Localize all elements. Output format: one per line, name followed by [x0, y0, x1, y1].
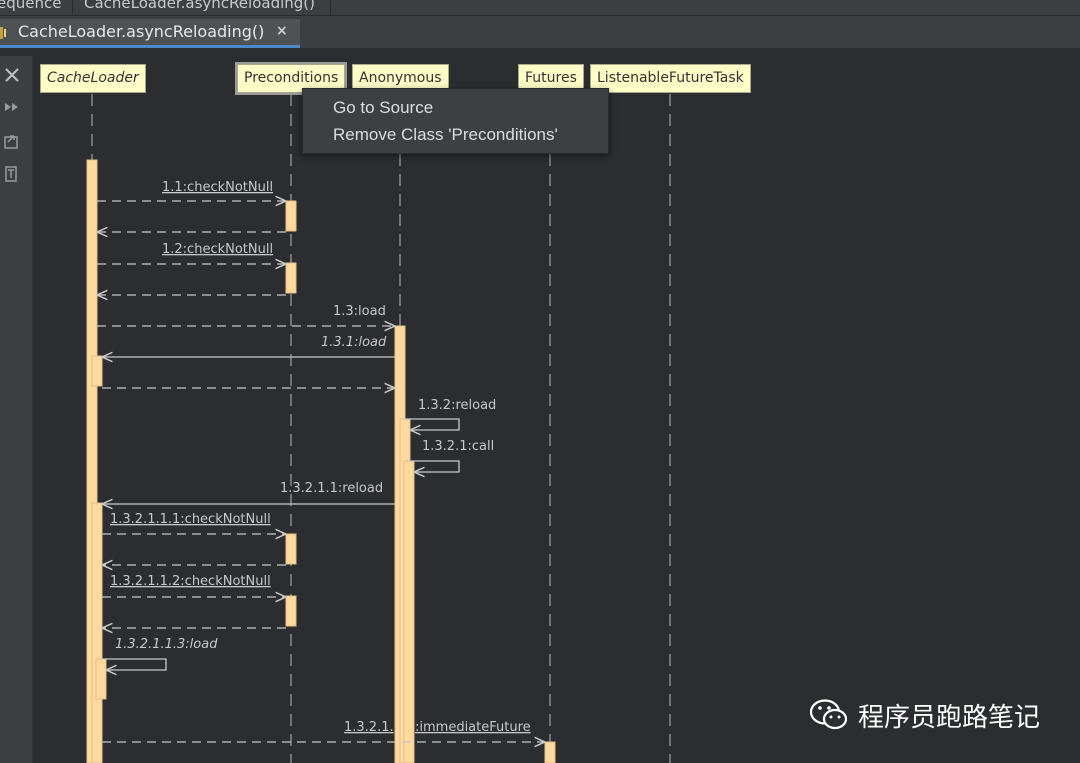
self-message-1-3-2-1-1-3: [102, 658, 167, 670]
menu-item-remove-class[interactable]: Remove Class 'Preconditions': [333, 125, 558, 145]
activation-cacheloader-reload: [91, 502, 103, 763]
watermark-text: 程序员跑路笔记: [858, 703, 1041, 733]
activation-futures: [544, 741, 556, 763]
context-menu: Go to Source Remove Class 'Preconditions…: [302, 88, 609, 154]
lifeline-header-listenablefuturetask[interactable]: ListenableFutureTask: [590, 64, 751, 93]
message-label-1-3-2-1-1-4-prefix[interactable]: 1.3.2.1.: [344, 720, 394, 735]
activation-anonymous-call: [403, 460, 415, 763]
self-message-1-3-2-1: [410, 460, 460, 472]
message-label-1-3-2-1-1-4-suffix[interactable]: :immediateFuture: [415, 720, 531, 735]
activation-preconditions-3: [285, 533, 297, 565]
message-label-1-3-2-1-1-1[interactable]: 1.3.2.1.1.1:checkNotNull: [110, 512, 271, 527]
activation-cacheloader-load2: [95, 658, 107, 700]
message-label-1-3-1[interactable]: 1.3.1:load: [321, 335, 387, 350]
lifeline-header-cacheloader[interactable]: CacheLoader: [40, 64, 146, 93]
activation-preconditions-2: [285, 262, 297, 294]
message-label-1-3-2[interactable]: 1.3.2:reload: [418, 398, 496, 413]
activation-preconditions-1: [285, 200, 297, 232]
self-message-1-3-2: [405, 418, 460, 430]
message-label-1-3-2-1[interactable]: 1.3.2.1:call: [422, 439, 494, 454]
activation-cacheloader-load: [91, 355, 103, 387]
message-label-1-1[interactable]: 1.1:checkNotNull: [162, 180, 273, 195]
menu-item-go-to-source[interactable]: Go to Source: [333, 98, 433, 118]
message-label-1-3-2-1-1-3[interactable]: 1.3.2.1.1.3:load: [115, 637, 218, 652]
activation-preconditions-4: [285, 595, 297, 627]
message-label-1-3-2-1-1-2[interactable]: 1.3.2.1.1.2:checkNotNull: [110, 574, 271, 589]
wechat-icon: [809, 699, 848, 730]
message-label-1-3[interactable]: 1.3:load: [333, 304, 386, 319]
message-label-1-2[interactable]: 1.2:checkNotNull: [162, 242, 273, 257]
message-label-1-3-2-1-1[interactable]: 1.3.2.1.1:reload: [280, 481, 383, 496]
